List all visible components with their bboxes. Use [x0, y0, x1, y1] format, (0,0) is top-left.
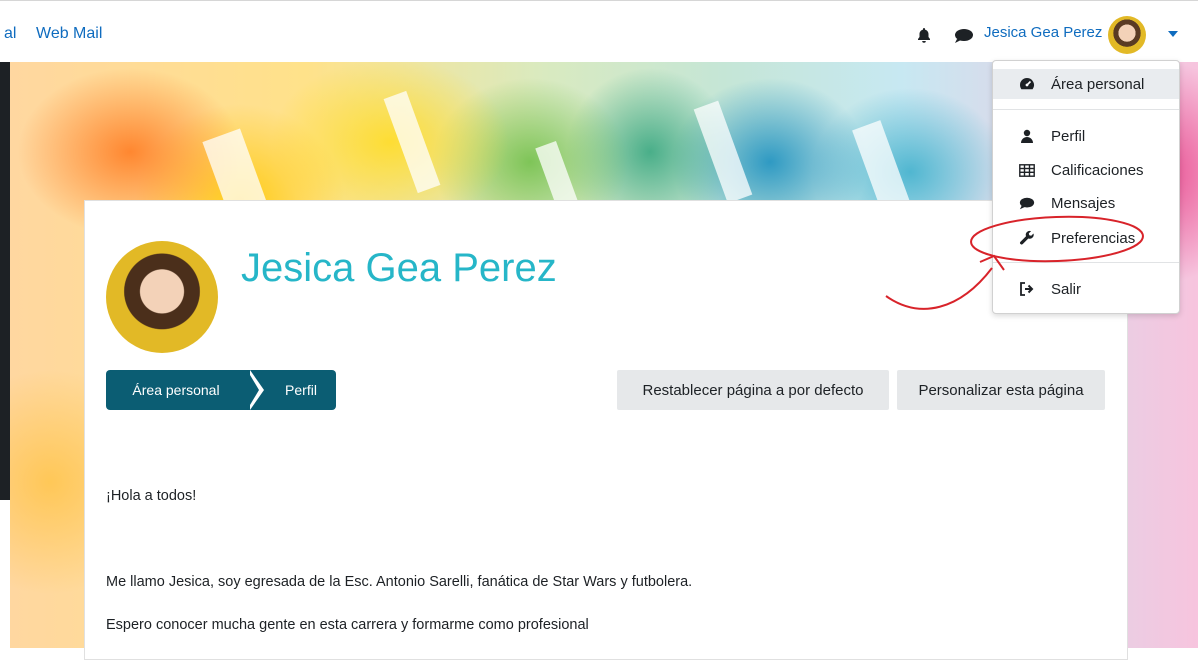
menu-item-calificaciones[interactable]: Calificaciones	[993, 155, 1179, 185]
description-greeting: ¡Hola a todos!	[106, 488, 197, 504]
left-border	[0, 62, 10, 500]
profile-card: Jesica Gea Perez Área personal Perfil Re…	[84, 200, 1128, 660]
user-menu-name[interactable]: Jesica Gea Perez	[984, 24, 1102, 41]
breadcrumb-separator-inner	[247, 370, 259, 410]
sign-out-icon	[1019, 281, 1035, 297]
chat-icon	[1019, 195, 1035, 211]
menu-item-label: Salir	[1051, 280, 1082, 298]
nav-item-webmail[interactable]: Web Mail	[36, 25, 102, 43]
breadcrumb-item-area-personal[interactable]: Área personal	[106, 370, 256, 410]
menu-item-label: Calificaciones	[1051, 161, 1144, 179]
wrench-icon	[1019, 230, 1035, 246]
top-navbar: al Web Mail Jesica Gea Perez	[0, 0, 1198, 62]
reset-page-button[interactable]: Restablecer página a por defecto	[617, 370, 889, 410]
description-line: Me llamo Jesica, soy egresada de la Esc.…	[106, 574, 693, 590]
customize-page-button[interactable]: Personalizar esta página	[897, 370, 1105, 410]
user-icon	[1019, 128, 1035, 144]
breadcrumb-item-perfil[interactable]: Perfil	[256, 370, 336, 410]
menu-item-area-personal[interactable]: Área personal	[993, 69, 1179, 99]
user-avatar-small[interactable]	[1108, 16, 1146, 54]
menu-item-preferencias[interactable]: Preferencias	[993, 223, 1179, 253]
user-menu-dropdown: Área personal Perfil Calificaciones Mens…	[992, 60, 1180, 314]
menu-item-perfil[interactable]: Perfil	[993, 121, 1179, 151]
table-icon	[1019, 162, 1035, 178]
chevron-down-icon[interactable]	[1168, 31, 1178, 37]
menu-item-mensajes[interactable]: Mensajes	[993, 188, 1179, 218]
description-line: Espero conocer mucha gente en esta carre…	[106, 617, 589, 633]
profile-avatar	[106, 241, 218, 353]
menu-item-label: Mensajes	[1051, 194, 1116, 212]
nav-item-partial[interactable]: al	[4, 25, 16, 43]
menu-item-label: Perfil	[1051, 127, 1086, 145]
menu-item-salir[interactable]: Salir	[993, 274, 1179, 304]
chat-icon[interactable]	[954, 28, 974, 49]
breadcrumb-label: Perfil	[285, 382, 317, 398]
bell-icon[interactable]	[916, 27, 932, 48]
menu-item-label: Área personal	[1051, 75, 1145, 93]
dashboard-icon	[1019, 76, 1035, 92]
menu-divider	[993, 109, 1179, 110]
page-title: Jesica Gea Perez	[241, 246, 557, 290]
breadcrumb-label: Área personal	[132, 382, 220, 398]
menu-item-label: Preferencias	[1051, 229, 1136, 247]
menu-divider	[993, 262, 1179, 263]
